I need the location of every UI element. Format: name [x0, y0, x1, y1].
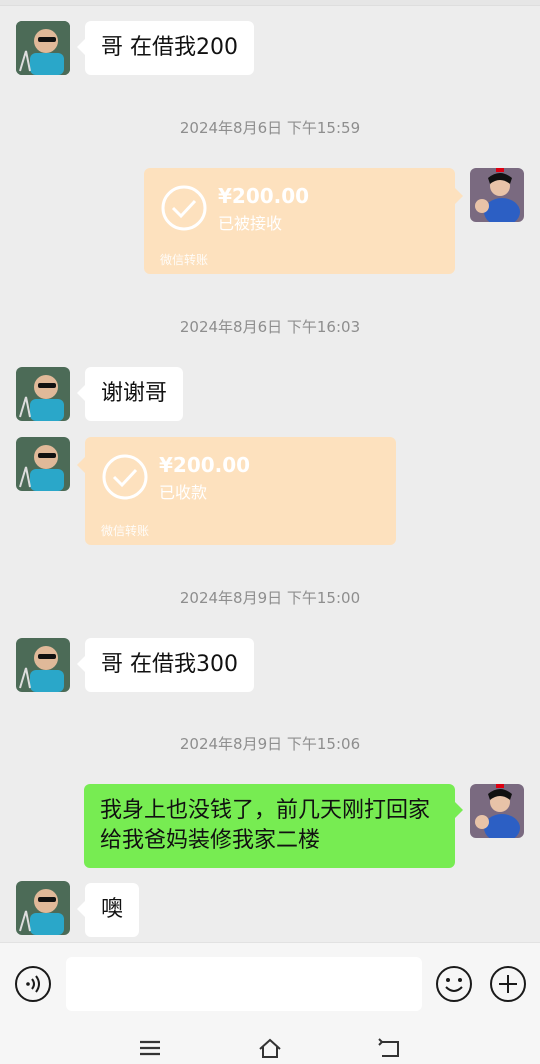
- transfer-status: 已收款: [159, 483, 208, 502]
- timestamp: 2024年8月9日 下午15:00: [179, 589, 361, 607]
- emoji-icon[interactable]: [435, 965, 473, 1003]
- contact-avatar[interactable]: [16, 21, 70, 75]
- top-divider: [0, 0, 540, 6]
- transfer-status: 已被接收: [218, 214, 283, 233]
- message-input[interactable]: [66, 957, 422, 1011]
- message-text: 我身上也没钱了，前几天刚打回家: [100, 798, 431, 823]
- contact-avatar[interactable]: [16, 367, 70, 421]
- transfer-amount: ¥200.00: [218, 184, 310, 208]
- contact-avatar[interactable]: [16, 638, 70, 692]
- check-circle-icon: [102, 454, 148, 500]
- message-bubble[interactable]: 哥 在借我300: [77, 638, 254, 692]
- timestamp: 2024年8月6日 下午16:03: [179, 318, 361, 336]
- message-text: 噢: [101, 897, 124, 922]
- transfer-card[interactable]: ¥200.00 已收款 微信转账: [77, 437, 396, 545]
- message-bubble[interactable]: 谢谢哥: [76, 367, 184, 421]
- check-circle-icon: [161, 185, 207, 231]
- timestamp: 2024年8月6日 下午15:59: [179, 119, 361, 137]
- message-bubble[interactable]: 我身上也没钱了，前几天刚打回家 给我爸妈装修我家二楼: [84, 784, 463, 868]
- self-avatar[interactable]: [470, 168, 524, 222]
- transfer-footer: 微信转账: [101, 524, 150, 538]
- message-text: 谢谢哥: [101, 381, 168, 406]
- system-nav-bar: [0, 1024, 540, 1064]
- message-text: 哥 在借我200: [101, 35, 238, 60]
- voice-icon[interactable]: [14, 965, 52, 1003]
- message-text: 给我爸妈装修我家二楼: [100, 828, 321, 853]
- message-text: 哥 在借我300: [101, 652, 238, 677]
- self-avatar[interactable]: [470, 784, 524, 838]
- transfer-footer: 微信转账: [160, 253, 209, 267]
- home-icon[interactable]: [257, 1036, 283, 1060]
- input-bar: [0, 942, 540, 1024]
- message-bubble[interactable]: 噢: [76, 883, 140, 937]
- message-bubble[interactable]: 哥 在借我200: [77, 21, 254, 75]
- back-icon[interactable]: [377, 1036, 403, 1060]
- contact-avatar[interactable]: [16, 881, 70, 935]
- transfer-amount: ¥200.00: [159, 453, 251, 477]
- timestamp: 2024年8月9日 下午15:06: [179, 735, 361, 753]
- plus-icon[interactable]: [489, 965, 527, 1003]
- menu-icon[interactable]: [137, 1036, 163, 1060]
- contact-avatar[interactable]: [16, 437, 70, 491]
- transfer-card[interactable]: ¥200.00 已被接收 微信转账: [144, 168, 463, 274]
